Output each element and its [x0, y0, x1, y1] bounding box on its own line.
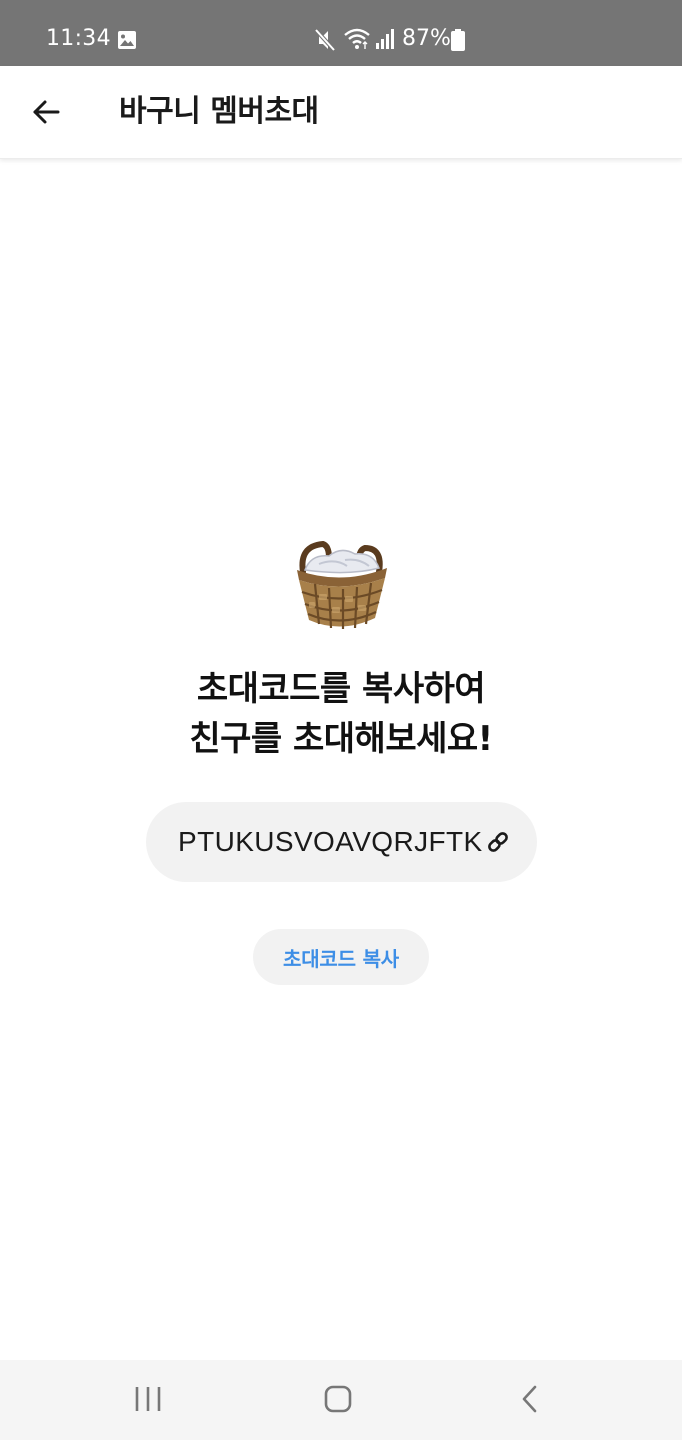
status-bar: 11:34 87% — [0, 0, 682, 66]
headline-line-2: 친구를 초대해보세요! — [189, 719, 493, 759]
invite-headline: 초대코드를 복사하여 친구를 초대해보세요! — [0, 664, 682, 764]
back-icon[interactable] — [514, 1382, 546, 1416]
arrow-left-icon — [31, 97, 61, 131]
invite-code-field[interactable]: PTUKUSVOAVQRJFTK — [146, 802, 537, 882]
invite-code-text: PTUKUSVOAVQRJFTK — [178, 826, 483, 857]
page-title: 바구니 멤버초대 — [119, 94, 319, 129]
signal-icon — [374, 29, 396, 49]
status-time: 11:34 — [46, 26, 111, 51]
copy-code-button[interactable]: 초대코드 복사 — [253, 929, 429, 985]
recent-apps-icon[interactable] — [128, 1384, 168, 1414]
wifi-icon — [343, 28, 371, 50]
battery-percentage: 87% — [402, 26, 451, 51]
basket-icon — [289, 536, 393, 632]
mute-icon — [314, 28, 336, 52]
image-icon — [117, 30, 137, 50]
system-nav-bar — [0, 1360, 682, 1440]
link-icon[interactable] — [486, 830, 510, 854]
battery-icon — [451, 29, 465, 51]
headline-line-1: 초대코드를 복사하여 — [196, 669, 486, 709]
app-bar: 바구니 멤버초대 — [0, 66, 682, 159]
home-icon[interactable] — [320, 1382, 356, 1416]
back-button[interactable] — [22, 90, 70, 138]
